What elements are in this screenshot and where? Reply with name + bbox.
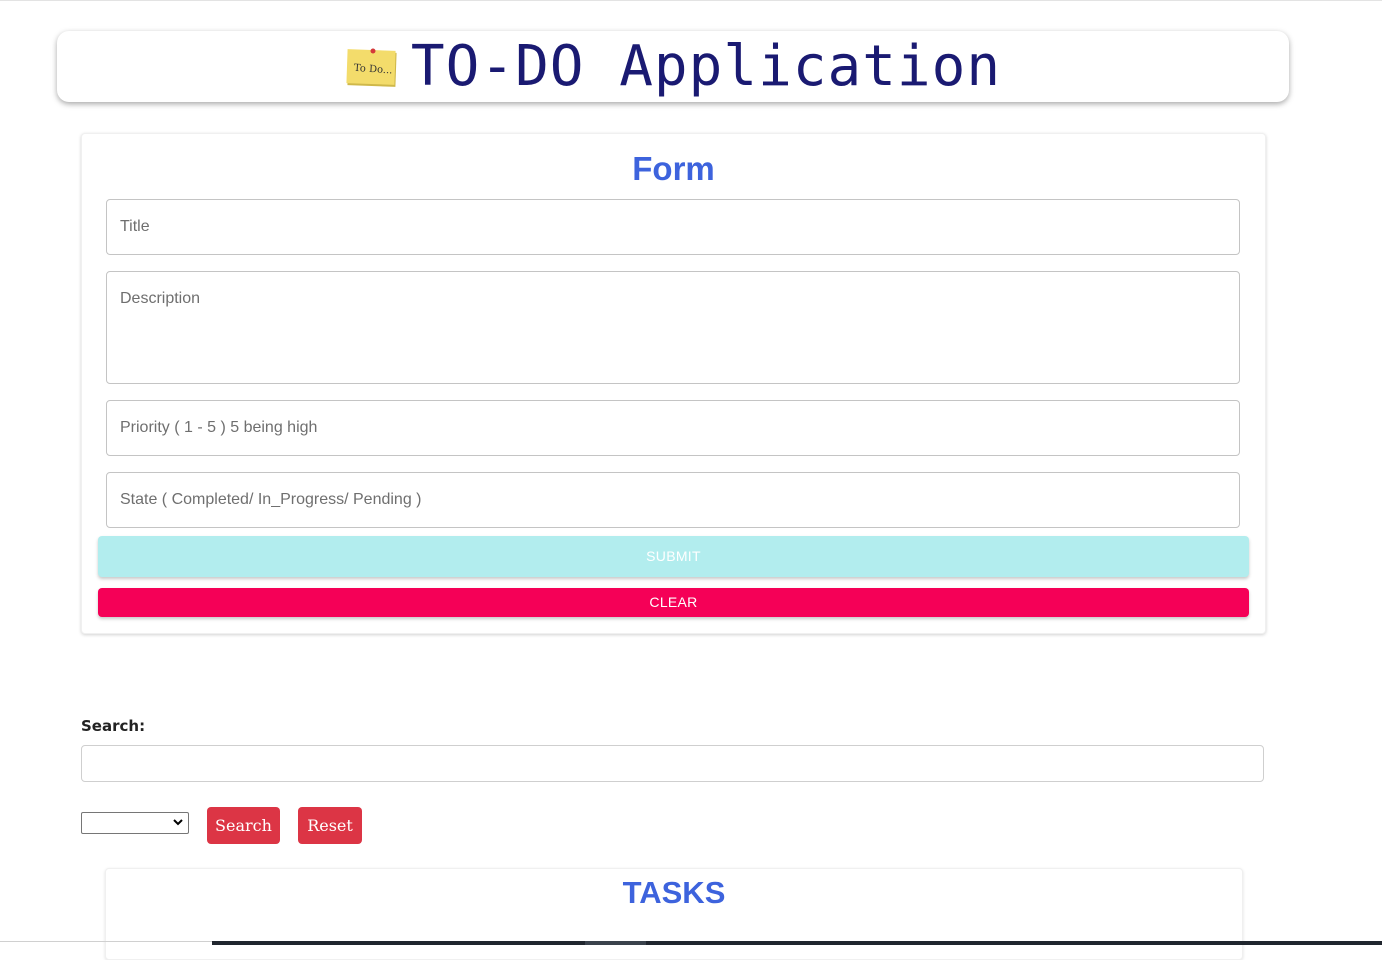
todo-form-card: Form Title Description Priority ( 1 - 5 … [81,133,1266,634]
clear-button[interactable]: CLEAR [98,588,1249,617]
horizontal-scrollbar[interactable] [212,941,1382,945]
search-button[interactable]: Search [207,807,280,844]
title-input[interactable]: Title [106,199,1240,255]
submit-button[interactable]: SUBMIT [98,536,1249,577]
top-divider [0,0,1382,1]
bottom-divider [0,941,212,942]
description-textarea[interactable]: Description [106,271,1240,384]
app-title: TO-DO Application [410,33,1002,99]
scrollbar-thumb[interactable] [585,941,646,945]
state-placeholder: State ( Completed/ In_Progress/ Pending … [120,491,422,508]
filter-select[interactable] [81,812,189,834]
priority-placeholder: Priority ( 1 - 5 ) 5 being high [120,419,318,436]
search-label: Search: [81,717,146,735]
tasks-card: TASKS [105,868,1243,960]
chevron-down-icon [173,815,183,832]
description-placeholder: Description [120,290,201,307]
title-placeholder: Title [120,218,150,235]
form-heading: Form [632,150,715,187]
sticky-note-logo-icon: To Do... [345,48,399,88]
app-header: To Do... TO-DO Application [57,31,1289,102]
search-input[interactable] [81,745,1264,782]
priority-input[interactable]: Priority ( 1 - 5 ) 5 being high [106,400,1240,456]
reset-button[interactable]: Reset [298,807,362,844]
tasks-heading: TASKS [622,875,726,910]
state-input[interactable]: State ( Completed/ In_Progress/ Pending … [106,472,1240,528]
